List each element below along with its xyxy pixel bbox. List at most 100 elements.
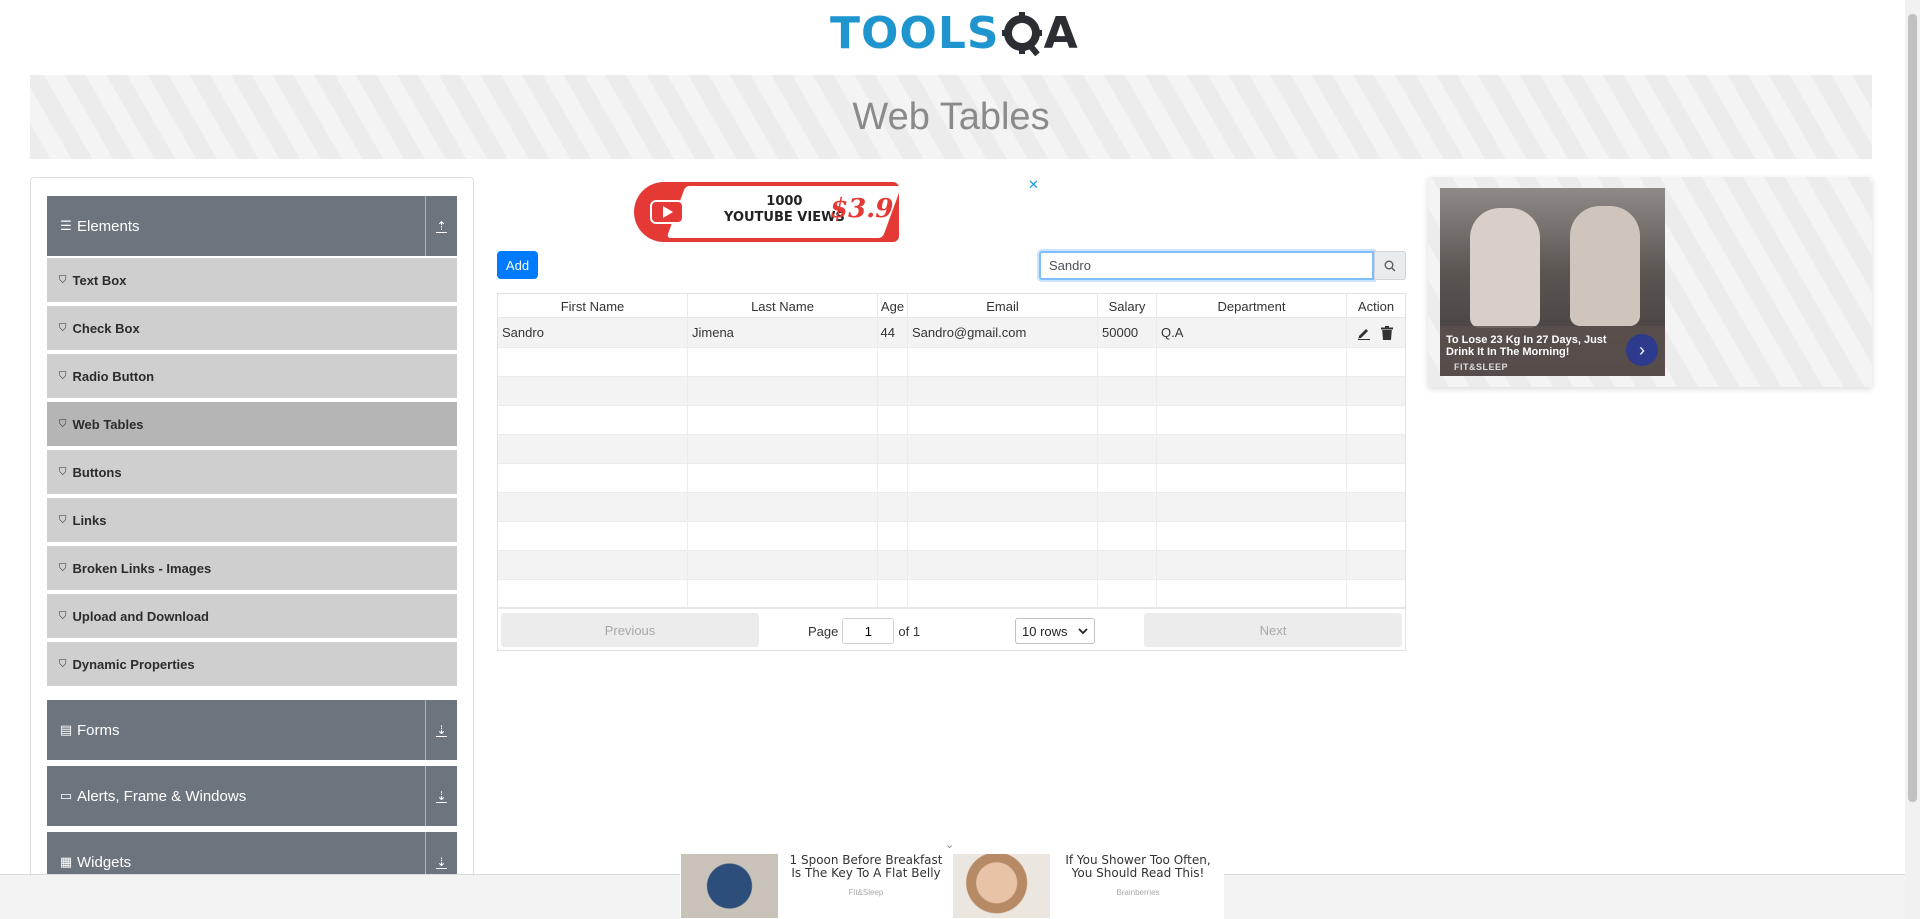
sidebar: ☰ Elements ⇡ ⛉ Text Box ⛉ Check Box ⛉ Ra… bbox=[30, 177, 474, 919]
ad-brand: FIT&SLEEP bbox=[1454, 362, 1509, 372]
table-cell-empty bbox=[1347, 377, 1405, 405]
ad-thumbnail-2[interactable] bbox=[953, 854, 1050, 918]
sidebar-group-label: Elements bbox=[77, 217, 140, 235]
collapse-toggle[interactable]: ⇡ bbox=[425, 196, 457, 256]
gear-icon bbox=[1001, 12, 1042, 56]
column-header-department[interactable]: Department bbox=[1157, 294, 1347, 318]
expand-toggle[interactable]: ⇣ bbox=[425, 766, 457, 826]
sidebar-item-links[interactable]: ⛉ Links bbox=[47, 498, 457, 544]
item-icon: ⛉ bbox=[59, 610, 67, 622]
expand-toggle[interactable]: ⇣ bbox=[425, 700, 457, 760]
ad-image[interactable]: To Lose 23 Kg In 27 Days, Just Drink It … bbox=[1440, 188, 1665, 376]
close-icon[interactable]: ✕ bbox=[1028, 177, 1039, 193]
column-header-last-name[interactable]: Last Name bbox=[688, 294, 878, 318]
table-cell-empty bbox=[908, 406, 1098, 434]
ad-headline: To Lose 23 Kg In 27 Days, Just Drink It … bbox=[1446, 334, 1607, 358]
table-cell-empty bbox=[498, 551, 688, 579]
edit-icon[interactable] bbox=[1357, 326, 1371, 340]
sidebar-item-text-box[interactable]: ⛉ Text Box bbox=[47, 258, 457, 304]
sidebar-item-label: Check Box bbox=[72, 320, 140, 336]
item-icon: ⛉ bbox=[59, 418, 67, 430]
column-header-salary[interactable]: Salary bbox=[1098, 294, 1157, 318]
next-button[interactable]: Next bbox=[1144, 613, 1402, 647]
youtube-ad[interactable]: 1000 YOUTUBE VIEWS $3.99 bbox=[634, 182, 899, 242]
sidebar-item-broken-links[interactable]: ⛉ Broken Links - Images bbox=[47, 546, 457, 592]
search-button[interactable] bbox=[1374, 251, 1406, 280]
table-cell-empty bbox=[498, 348, 688, 376]
item-icon: ⛉ bbox=[59, 370, 67, 382]
table-cell-empty bbox=[878, 551, 908, 579]
table-cell-empty bbox=[908, 464, 1098, 492]
ad-title-1[interactable]: 1 Spoon Before Breakfast Is The Key To A… bbox=[784, 854, 948, 880]
sidebar-item-dynamic-properties[interactable]: ⛉ Dynamic Properties bbox=[47, 642, 457, 688]
grid-icon: ▦ bbox=[59, 854, 73, 869]
cell-salary: 50000 bbox=[1098, 318, 1157, 347]
item-icon: ⛉ bbox=[59, 562, 67, 574]
search-input[interactable] bbox=[1039, 251, 1374, 280]
item-icon: ⛉ bbox=[59, 658, 67, 670]
add-button[interactable]: Add bbox=[497, 251, 538, 279]
page-info: Page of 1 bbox=[808, 618, 920, 644]
table-cell-empty bbox=[498, 522, 688, 550]
previous-button[interactable]: Previous bbox=[501, 613, 759, 647]
table-cell-empty bbox=[1098, 464, 1157, 492]
ad-banner-top[interactable]: 1000 YOUTUBE VIEWS $3.99 ✕ bbox=[497, 177, 1045, 243]
vertical-scrollbar[interactable] bbox=[1905, 0, 1920, 919]
ad-line-2: YOUTUBE VIEWS bbox=[724, 210, 845, 225]
arrow-up-icon: ⇡ bbox=[436, 218, 447, 233]
table-cell-empty bbox=[688, 580, 878, 608]
table-cell-empty bbox=[1347, 435, 1405, 463]
page-jump-input[interactable] bbox=[842, 618, 895, 644]
ad-thumbnail-1[interactable] bbox=[681, 854, 778, 918]
table-cell-empty bbox=[688, 551, 878, 579]
chevron-down-icon[interactable]: ⌄ bbox=[945, 838, 954, 851]
chevron-down-icon bbox=[1078, 628, 1088, 635]
sidebar-group-elements[interactable]: ☰ Elements ⇡ bbox=[47, 196, 457, 256]
table-row-empty bbox=[498, 580, 1405, 609]
table-cell-empty bbox=[1347, 493, 1405, 521]
sidebar-item-check-box[interactable]: ⛉ Check Box bbox=[47, 306, 457, 352]
sidebar-item-web-tables[interactable]: ⛉ Web Tables bbox=[47, 402, 457, 448]
table-cell-empty bbox=[1347, 522, 1405, 550]
sidebar-item-radio-button[interactable]: ⛉ Radio Button bbox=[47, 354, 457, 400]
table-cell-empty bbox=[498, 435, 688, 463]
column-header-email[interactable]: Email bbox=[908, 294, 1098, 318]
column-header-first-name[interactable]: First Name bbox=[498, 294, 688, 318]
table-cell-empty bbox=[688, 464, 878, 492]
cell-age: 44 bbox=[878, 318, 908, 347]
item-icon: ⛉ bbox=[59, 514, 67, 526]
sidebar-item-upload-download[interactable]: ⛉ Upload and Download bbox=[47, 594, 457, 640]
table-row-empty bbox=[498, 551, 1405, 580]
sidebar-group-alerts[interactable]: ▭ Alerts, Frame & Windows ⇣ bbox=[47, 766, 457, 826]
sidebar-group-forms[interactable]: ▤ Forms ⇣ bbox=[47, 700, 457, 760]
table-cell-empty bbox=[1098, 551, 1157, 579]
table-row: Sandro Jimena 44 Sandro@gmail.com 50000 … bbox=[498, 318, 1405, 348]
sidebar-item-label: Broken Links - Images bbox=[72, 560, 212, 576]
page-label: Page bbox=[808, 623, 839, 639]
sidebar-item-buttons[interactable]: ⛉ Buttons bbox=[47, 450, 457, 496]
table-row-empty bbox=[498, 348, 1405, 377]
sidebar-item-label: Radio Button bbox=[72, 368, 155, 384]
table-cell-empty bbox=[688, 522, 878, 550]
page-total: of 1 bbox=[898, 623, 921, 639]
table-cell-empty bbox=[878, 580, 908, 608]
table-cell-empty bbox=[688, 435, 878, 463]
ad-title-2[interactable]: If You Shower Too Often, You Should Read… bbox=[1056, 854, 1220, 880]
table-cell-empty bbox=[1157, 435, 1347, 463]
ad-text: 1000 YOUTUBE VIEWS bbox=[724, 194, 845, 226]
sidebar-item-label: Text Box bbox=[72, 272, 127, 288]
table-cell-empty bbox=[1157, 464, 1347, 492]
table-cell-empty bbox=[878, 377, 908, 405]
toolsqa-logo[interactable]: TOOLS QA A bbox=[830, 12, 1078, 56]
rows-per-page-select[interactable]: 10 rows bbox=[1015, 618, 1095, 644]
table-cell-empty bbox=[1157, 377, 1347, 405]
column-header-age[interactable]: Age bbox=[878, 294, 908, 318]
table-row-empty bbox=[498, 493, 1405, 522]
scrollbar-thumb[interactable] bbox=[1908, 14, 1917, 802]
table-cell-empty bbox=[1347, 580, 1405, 608]
ad-sidebar-right[interactable]: To Lose 23 Kg In 27 Days, Just Drink It … bbox=[1428, 177, 1872, 387]
ad-bottom[interactable]: ⌄ 1 Spoon Before Breakfast Is The Key To… bbox=[680, 839, 1224, 919]
window-icon: ▭ bbox=[59, 788, 73, 803]
delete-icon[interactable] bbox=[1381, 325, 1393, 340]
arrow-right-icon[interactable]: › bbox=[1626, 334, 1658, 366]
